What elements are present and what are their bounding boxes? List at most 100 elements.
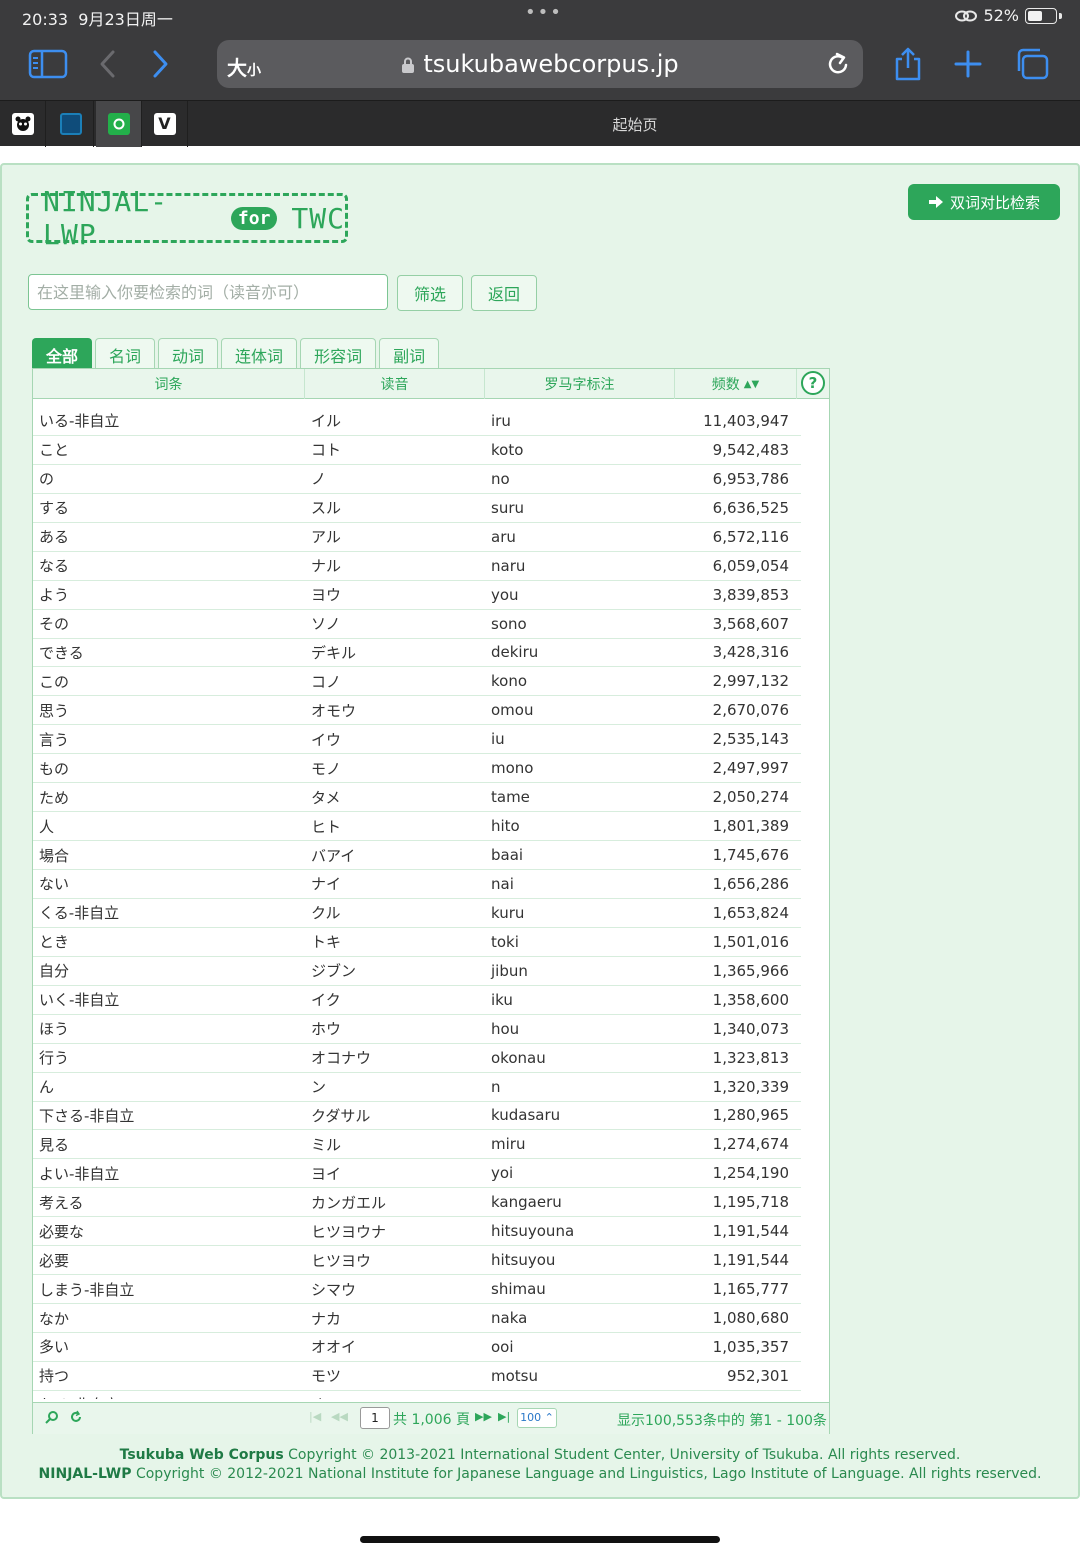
tab-adjective[interactable]: 形容词 — [300, 338, 377, 370]
footer-brand-ninjal[interactable]: NINJAL-LWP — [39, 1466, 132, 1482]
column-header-entry[interactable]: 词条 — [33, 369, 305, 399]
cell-frequency: 3,839,853 — [712, 585, 789, 604]
prev-page-icon[interactable]: ◀◀ — [331, 1410, 348, 1423]
table-row[interactable]: なか ナカ naka 1,080,680 — [33, 1304, 801, 1333]
cell-reading: イル — [311, 412, 342, 431]
cell-reading: オコナウ — [311, 1049, 372, 1068]
site-logo[interactable]: NINJAL-LWP for TWC — [26, 185, 348, 251]
table-row[interactable]: もの モノ mono 2,497,997 — [33, 754, 801, 784]
column-header-reading[interactable]: 读音 — [305, 369, 485, 399]
cell-romaji: tame — [491, 788, 530, 807]
filter-button[interactable]: 筛选 — [397, 275, 463, 311]
tab-verb[interactable]: 动词 — [158, 338, 219, 370]
cell-reading: ソノ — [311, 615, 341, 634]
cell-frequency: 2,535,143 — [712, 730, 789, 749]
url-display[interactable]: tsukubawebcorpus.jp — [217, 50, 863, 78]
cell-frequency: 2,670,076 — [712, 701, 789, 720]
address-bar[interactable]: 大小 tsukubawebcorpus.jp — [217, 40, 863, 88]
table-row[interactable]: 行う オコナウ okonau 1,323,813 — [33, 1044, 801, 1073]
search-icon[interactable] — [45, 1410, 59, 1428]
reload-icon[interactable] — [825, 50, 851, 82]
table-row[interactable]: 人 ヒト hito 1,801,389 — [33, 812, 801, 842]
compare-search-button[interactable]: 双词对比检索 — [908, 184, 1060, 220]
footer-brand-twc[interactable]: Tsukuba Web Corpus — [120, 1447, 284, 1463]
cell-romaji: hitsuyouna — [491, 1222, 575, 1241]
table-row[interactable]: こと コト koto 9,542,483 — [33, 436, 801, 465]
table-row[interactable]: いる-非自立 イル iru 11,403,947 — [33, 407, 801, 436]
logo-for-badge: for — [230, 206, 278, 230]
forward-icon[interactable] — [138, 44, 182, 84]
table-row[interactable]: 自分 ジブン jibun 1,365,966 — [33, 957, 801, 986]
cell-reading: ホウ — [311, 1020, 342, 1039]
table-row[interactable]: しまう-非自立 シマウ shimau 1,165,777 — [33, 1275, 801, 1305]
favorite-dictionary-icon[interactable] — [48, 101, 94, 147]
search-input[interactable] — [28, 274, 388, 310]
result-summary: 显示100,553条中的 第1 - 100条 — [617, 1413, 827, 1429]
favorite-panda-icon[interactable] — [0, 101, 46, 147]
table-row[interactable]: ない ナイ nai 1,656,286 — [33, 870, 801, 899]
table-row[interactable]: 言う イウ iu 2,535,143 — [33, 725, 801, 755]
home-indicator[interactable] — [360, 1536, 720, 1543]
sidebar-icon[interactable] — [26, 44, 70, 84]
table-row[interactable]: とき トキ toki 1,501,016 — [33, 928, 801, 957]
table-row[interactable]: 必要 ヒツヨウ hitsuyou 1,191,544 — [33, 1246, 801, 1276]
table-row[interactable]: この コノ kono 2,997,132 — [33, 667, 801, 697]
page-size-select[interactable]: 100 ⌃ — [517, 1408, 557, 1428]
table-row[interactable]: 考える カンガエル kangaeru 1,195,718 — [33, 1188, 801, 1218]
table-row[interactable]: よい-非自立 ヨイ yoi 1,254,190 — [33, 1159, 801, 1189]
column-header-frequency[interactable]: 频数 ▲▼ — [675, 369, 797, 399]
tab-noun[interactable]: 名词 — [95, 338, 156, 370]
table-row[interactable]: 場合 バアイ baai 1,745,676 — [33, 841, 801, 870]
favorite-recycle-icon[interactable] — [96, 101, 142, 147]
table-row[interactable]: 思う オモウ omou 2,670,076 — [33, 696, 801, 726]
cell-entry: もの — [39, 759, 70, 778]
tab-adverb[interactable]: 副词 — [379, 338, 440, 370]
first-page-icon[interactable]: |◀ — [309, 1410, 321, 1423]
cell-entry: 行う — [39, 1049, 70, 1068]
favorite-v-icon[interactable]: V — [142, 101, 188, 147]
table-row[interactable]: ほう ホウ hou 1,340,073 — [33, 1015, 801, 1044]
table-row[interactable]: くる-非自立 クル kuru 1,653,824 — [33, 899, 801, 928]
table-row[interactable]: 見る ミル miru 1,274,674 — [33, 1130, 801, 1160]
table-row[interactable]: 必要な ヒツヨウナ hitsuyouna 1,191,544 — [33, 1217, 801, 1247]
next-page-icon[interactable]: ▶▶ — [475, 1410, 492, 1423]
tab-all[interactable]: 全部 — [32, 338, 93, 370]
table-row[interactable]: 持つ モツ motsu 952,301 — [33, 1362, 801, 1391]
table-row[interactable]: の ノ no 6,953,786 — [33, 465, 801, 494]
table-row[interactable]: いく-非自立 イク iku 1,358,600 — [33, 986, 801, 1015]
table-row[interactable]: 下さる-非自立 クダサル kudasaru 1,280,965 — [33, 1102, 801, 1131]
back-button[interactable]: 返回 — [471, 275, 537, 311]
table-row[interactable]: ため タメ tame 2,050,274 — [33, 783, 801, 813]
cell-entry: する — [39, 499, 70, 518]
column-header-romaji[interactable]: 罗马字标注 — [485, 369, 675, 399]
tabs-overview-icon[interactable] — [1010, 44, 1054, 84]
cell-entry: くる-非自立 — [39, 904, 120, 923]
table-row[interactable]: その ソノ sono 3,568,607 — [33, 610, 801, 639]
cell-romaji: oru — [485, 1396, 675, 1399]
cell-reading: バアイ — [311, 846, 356, 865]
cell-frequency: 1,165,777 — [712, 1280, 789, 1299]
table-row[interactable]: よう ヨウ you 3,839,853 — [33, 581, 801, 610]
back-icon[interactable] — [86, 44, 130, 84]
refresh-icon[interactable] — [69, 1410, 83, 1428]
table-row[interactable]: ある アル aru 6,572,116 — [33, 523, 801, 552]
table-row[interactable]: できる デキル dekiru 3,428,316 — [33, 639, 801, 668]
cell-romaji: kuru — [491, 903, 525, 922]
page-number-input[interactable]: 1 — [360, 1407, 390, 1429]
cell-romaji: hou — [491, 1019, 520, 1038]
help-icon[interactable]: ? — [801, 371, 825, 395]
last-page-icon[interactable]: ▶| — [498, 1410, 510, 1423]
table-row[interactable]: 多い オオイ ooi 1,035,357 — [33, 1333, 801, 1362]
pager-bar: |◀ ◀◀ 1 共 1,006 頁 ▶▶ ▶| 100 ⌃ 显示100,553条… — [33, 1402, 829, 1434]
tab-title[interactable]: 起始页 — [190, 114, 1080, 135]
table-row[interactable]: なる ナル naru 6,059,054 — [33, 552, 801, 581]
table-row[interactable]: おる-非自立オルoru947,410 — [33, 1391, 801, 1399]
table-row[interactable]: する スル suru 6,636,525 — [33, 494, 801, 523]
table-row[interactable]: ん ン n 1,320,339 — [33, 1073, 801, 1102]
multitasking-dots-icon[interactable]: ••• — [525, 2, 563, 23]
new-tab-icon[interactable] — [946, 44, 990, 84]
battery-tip — [1059, 12, 1062, 19]
share-icon[interactable] — [886, 44, 930, 84]
tab-adnominal[interactable]: 连体词 — [221, 338, 298, 370]
cell-frequency: 1,365,966 — [712, 961, 789, 980]
